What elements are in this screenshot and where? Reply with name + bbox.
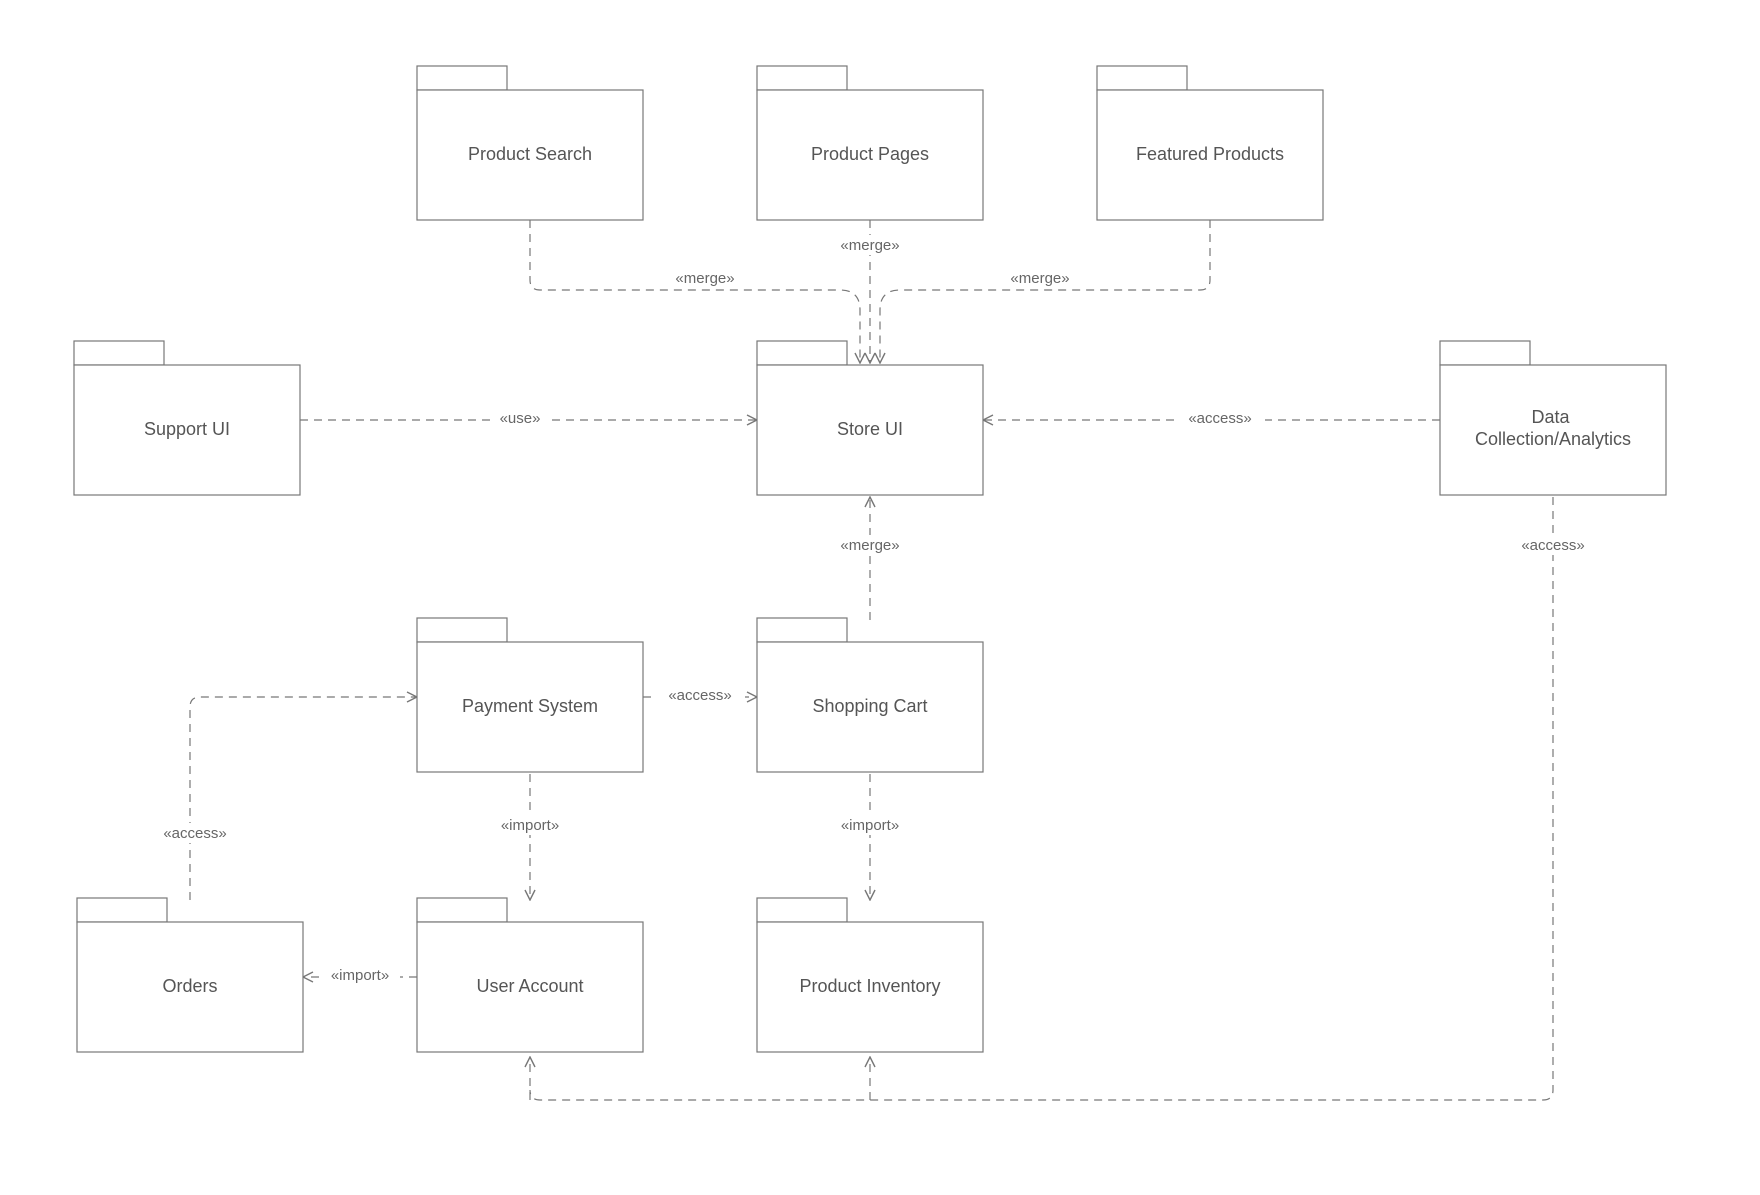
svg-text:Product Inventory: Product Inventory bbox=[799, 976, 940, 996]
rel-support-use: «use» bbox=[500, 410, 541, 427]
rel-fp-merge: «merge» bbox=[1010, 270, 1069, 287]
pkg-payment-system: Payment System bbox=[417, 618, 643, 772]
pkg-orders: Orders bbox=[77, 898, 303, 1052]
svg-text:Orders: Orders bbox=[162, 976, 217, 996]
rel-sc-import: «import» bbox=[841, 817, 899, 834]
rel-pp-merge: «merge» bbox=[840, 237, 899, 254]
svg-text:Product Search: Product Search bbox=[468, 144, 592, 164]
rel-orders-access: «access» bbox=[163, 825, 226, 842]
rel-ua-import: «import» bbox=[331, 967, 389, 984]
svg-text:Payment System: Payment System bbox=[462, 696, 598, 716]
rel-da-access2: «access» bbox=[1521, 537, 1584, 554]
edge-featured-products-merge bbox=[880, 220, 1210, 363]
pkg-product-inventory: Product Inventory bbox=[757, 898, 983, 1052]
rel-pay-import: «import» bbox=[501, 817, 559, 834]
package-diagram: «merge» «merge» «merge» «use» «access» «… bbox=[0, 0, 1760, 1195]
rel-ps-merge: «merge» bbox=[675, 270, 734, 287]
svg-text:Store UI: Store UI bbox=[837, 419, 903, 439]
pkg-support-ui: Support UI bbox=[74, 341, 300, 495]
svg-text:Shopping Cart: Shopping Cart bbox=[812, 696, 927, 716]
pkg-data-analytics: Data Collection/Analytics bbox=[1440, 341, 1666, 495]
svg-text:Support UI: Support UI bbox=[144, 419, 230, 439]
pkg-featured-products: Featured Products bbox=[1097, 66, 1323, 220]
pkg-shopping-cart: Shopping Cart bbox=[757, 618, 983, 772]
edge-orders-access-payment bbox=[190, 697, 417, 900]
svg-text:Product Pages: Product Pages bbox=[811, 144, 929, 164]
pkg-product-pages: Product Pages bbox=[757, 66, 983, 220]
svg-text:Featured Products: Featured Products bbox=[1136, 144, 1284, 164]
rel-da-access1: «access» bbox=[1188, 410, 1251, 427]
svg-text:User Account: User Account bbox=[476, 976, 583, 996]
pkg-user-account: User Account bbox=[417, 898, 643, 1052]
edge-data-trunk bbox=[530, 497, 1553, 1100]
pkg-product-search: Product Search bbox=[417, 66, 643, 220]
rel-sc-merge: «merge» bbox=[840, 537, 899, 554]
pkg-store-ui: Store UI bbox=[757, 341, 983, 495]
rel-pay-access: «access» bbox=[668, 687, 731, 704]
